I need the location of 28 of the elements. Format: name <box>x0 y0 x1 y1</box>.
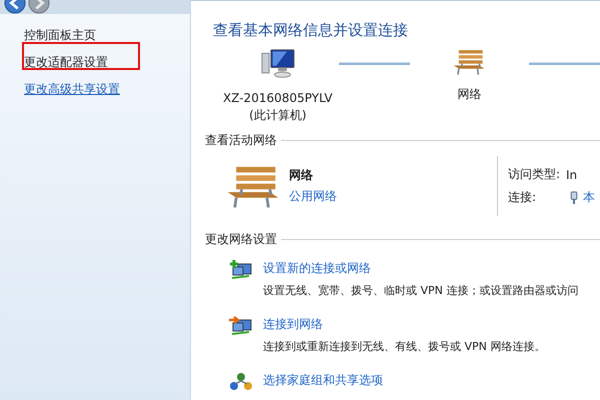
network-type-link[interactable]: 公用网络 <box>289 188 337 205</box>
sidebar-link[interactable]: 控制面板主页 <box>24 28 96 42</box>
sidebar-link[interactable]: 更改适配器设置 <box>24 55 108 69</box>
plug-icon <box>570 191 578 204</box>
task-link[interactable]: 设置新的连接或网络 <box>263 260 578 277</box>
detail-label: 连接: <box>508 189 538 206</box>
task-link[interactable]: 连接到网络 <box>263 316 546 333</box>
task-description: 设置无线、宽带、拨号、临时或 VPN 连接；或设置路由器或访问 <box>263 283 578 298</box>
task-description: 连接到或重新连接到无线、有线、拨号或 VPN 网络连接。 <box>263 339 546 354</box>
section-heading: 更改网络设置 <box>205 231 278 248</box>
network-arrow-icon <box>229 316 253 336</box>
node-label: 网络 <box>457 86 482 103</box>
sidebar-link[interactable]: 更改高级共享设置 <box>24 82 120 96</box>
section-heading: 查看活动网络 <box>205 132 278 149</box>
bench-icon <box>452 48 486 76</box>
homegroup-icon <box>229 372 253 392</box>
task-link[interactable]: 选择家庭组和共享选项 <box>263 372 383 389</box>
computer-icon <box>260 48 296 80</box>
network-name: 网络 <box>289 167 314 184</box>
node-label: XZ-20160805PYLV <box>223 90 333 107</box>
connection-line <box>338 62 410 65</box>
network-plus-icon <box>229 260 253 280</box>
node-sublabel: (此计算机) <box>249 107 306 124</box>
detail-value: In <box>566 168 578 182</box>
page-title: 查看基本网络信息并设置连接 <box>213 21 409 40</box>
connection-link[interactable]: 本 <box>583 189 595 206</box>
detail-label: 访问类型: <box>508 166 562 183</box>
connection-line <box>528 62 600 65</box>
